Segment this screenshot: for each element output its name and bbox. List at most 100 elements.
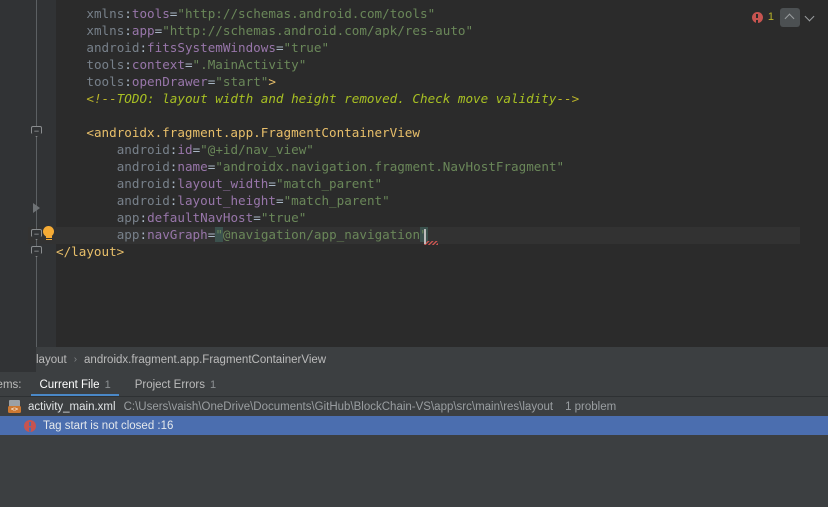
error-squiggle (424, 241, 438, 245)
code-token: " (215, 227, 223, 242)
breadcrumb-item-fragmentcontainerview[interactable]: androidx.fragment.app.FragmentContainerV… (84, 354, 326, 366)
code-token: "http://schemas.android.com/tools" (177, 6, 436, 21)
error-icon (751, 11, 763, 23)
code-line[interactable]: xmlns:app="http://schemas.android.com/ap… (86, 23, 473, 40)
code-token: : (124, 74, 132, 89)
breadcrumb-gutter-pad (0, 347, 36, 372)
code-token: name (177, 159, 208, 174)
code-token: : (124, 6, 132, 21)
code-token: id (177, 142, 193, 157)
code-token: xmlns (86, 23, 125, 38)
problems-file-path: C:\Users\vaish\OneDrive\Documents\GitHub… (123, 400, 554, 413)
code-token: : (124, 57, 132, 72)
code-line[interactable]: android:layout_height="match_parent" (117, 193, 390, 210)
code-token: @navigation/app_navigation (222, 227, 421, 242)
code-token: android (116, 193, 170, 208)
tab-project-errors-count: 1 (209, 379, 217, 391)
code-token: : (139, 210, 148, 225)
code-token: xmlns (86, 6, 125, 21)
breadcrumb[interactable]: layout › androidx.fragment.app.FragmentC… (0, 347, 828, 372)
run-gutter-icon[interactable] (33, 203, 40, 213)
chevron-down-icon (806, 13, 815, 22)
code-token: fitsSystemWindows (147, 40, 276, 55)
vcs-change-strip[interactable] (14, 0, 42, 347)
code-token: layout_width (177, 176, 269, 191)
problems-issue-row[interactable]: Tag start is not closed :16 (0, 416, 828, 435)
code-token: <!-- (86, 91, 117, 106)
code-line[interactable]: tools:context=".MainActivity" (86, 57, 306, 74)
code-token: tools (131, 6, 170, 21)
intention-bulb-icon[interactable] (42, 226, 55, 241)
code-token: "true" (283, 40, 330, 55)
problems-file-count: 1 problem (565, 400, 617, 413)
code-token: tools (86, 57, 125, 72)
editor-gutter[interactable] (28, 0, 56, 347)
code-token: TODO: layout width and height removed. C… (116, 91, 557, 106)
problems-file-name: activity_main.xml (28, 400, 116, 413)
code-token: > (268, 74, 276, 89)
inspection-widget[interactable]: 1 (751, 7, 820, 27)
code-line[interactable]: android:id="@+id/nav_view" (117, 142, 314, 159)
tab-project-errors[interactable]: Project Errors 1 (123, 379, 228, 396)
next-problem-button[interactable] (800, 8, 820, 27)
tab-current-file-label: Current File (39, 379, 100, 391)
code-token: tools (86, 74, 125, 89)
tab-project-errors-label: Project Errors (134, 379, 205, 391)
code-token: = (184, 57, 193, 72)
code-editor[interactable]: − − − xmlns:tools="http://schemas.androi… (0, 0, 828, 347)
chevron-up-icon (786, 13, 795, 22)
code-line[interactable]: <androidx.fragment.app.FragmentContainer… (86, 125, 420, 142)
code-token: app (116, 210, 140, 225)
code-token: = (253, 210, 261, 225)
code-token: "androidx.navigation.fragment.NavHostFra… (215, 159, 565, 174)
code-line[interactable]: </layout> (56, 244, 124, 261)
problems-issue-message: Tag start is not closed :16 (43, 419, 174, 432)
breadcrumb-item-layout[interactable]: layout (36, 354, 67, 366)
code-token: android (86, 40, 140, 55)
error-count-badge[interactable]: 1 (751, 11, 774, 23)
code-token: </layout> (56, 244, 125, 259)
text-caret (424, 229, 426, 244)
problems-panel-title: lems: (0, 379, 22, 391)
code-token: context (131, 57, 185, 72)
code-token: "@+id/nav_view" (200, 142, 314, 157)
error-icon (24, 419, 36, 432)
problems-file-row[interactable]: <> activity_main.xml C:\Users\vaish\OneD… (0, 397, 828, 416)
code-line[interactable]: app:navGraph="@navigation/app_navigation… (117, 227, 428, 244)
code-token: "true" (260, 210, 307, 225)
code-line[interactable]: tools:openDrawer="start"> (86, 74, 276, 91)
code-line[interactable]: android:name="androidx.navigation.fragme… (117, 159, 564, 176)
problems-tab-bar[interactable]: lems: Current File 1 Project Errors 1 (0, 372, 828, 396)
code-line[interactable]: app:defaultNavHost="true" (117, 210, 307, 227)
code-token: "match_parent" (283, 193, 390, 208)
code-token: = (275, 193, 284, 208)
code-token: openDrawer (131, 74, 208, 89)
code-token: "match_parent" (275, 176, 383, 191)
code-token: --> (556, 91, 580, 106)
code-token: android (116, 159, 170, 174)
code-line[interactable]: android:layout_width="match_parent" (117, 176, 382, 193)
previous-problem-button[interactable] (780, 7, 800, 27)
code-token: <androidx.fragment.app.FragmentContainer… (86, 125, 420, 140)
code-token: app (131, 23, 155, 38)
code-text[interactable]: xmlns:tools="http://schemas.android.com/… (56, 0, 800, 347)
problems-tool-window: lems: Current File 1 Project Errors 1 <>… (0, 372, 828, 507)
tab-current-file-count: 1 (104, 379, 111, 391)
xml-file-icon: <> (8, 399, 22, 414)
tab-current-file[interactable]: Current File 1 (27, 379, 122, 396)
error-stripe-marker-bar[interactable] (800, 0, 828, 347)
ide-window: − − − xmlns:tools="http://schemas.androi… (0, 0, 828, 507)
code-token: android (116, 142, 170, 157)
code-line[interactable]: <!--TODO: layout width and height remove… (86, 91, 579, 108)
code-token: = (268, 176, 276, 191)
code-token: : (139, 40, 148, 55)
code-token: ".MainActivity" (192, 57, 307, 72)
code-token: navGraph (147, 227, 208, 242)
code-line[interactable]: android:fitsSystemWindows="true" (86, 40, 329, 57)
code-token: "http://schemas.android.com/apk/res-auto… (162, 23, 474, 38)
code-token: : (124, 23, 132, 38)
breadcrumb-separator-icon: › (73, 354, 78, 365)
code-token: = (275, 40, 284, 55)
code-line[interactable]: xmlns:tools="http://schemas.android.com/… (86, 6, 435, 23)
code-token: "start" (215, 74, 269, 89)
